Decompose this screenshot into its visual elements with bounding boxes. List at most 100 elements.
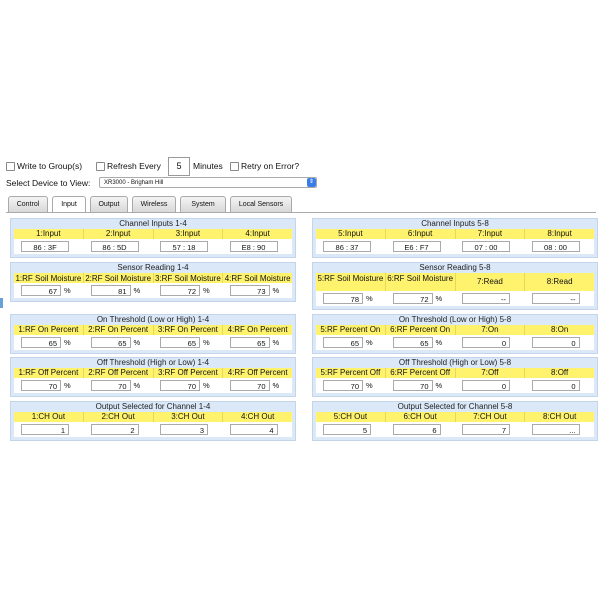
column-header: 8:Input <box>524 229 594 239</box>
on-percent-field[interactable]: 65 <box>21 337 61 348</box>
on-percent-field[interactable]: 65 <box>392 337 433 348</box>
percent-unit: % <box>133 286 141 295</box>
retry-checkbox[interactable] <box>230 162 239 172</box>
off-value-field[interactable]: 0 <box>531 380 580 391</box>
input-value-field[interactable]: 86 : 37 <box>323 241 371 252</box>
percent-unit: % <box>203 381 210 390</box>
on-value-field[interactable]: 0 <box>531 337 580 348</box>
column-header: 4:RF Soil Moisture <box>222 273 292 283</box>
input-value-field[interactable]: 07 : 00 <box>462 241 510 252</box>
panel-title: Sensor Reading 5-8 <box>419 263 491 272</box>
retry-label: Retry on Error? <box>241 161 300 171</box>
panel-title: Sensor Reading 1-4 <box>117 263 189 272</box>
retry-option[interactable]: Retry on Error? <box>230 161 300 172</box>
select-arrows-icon: ⇕ <box>307 178 316 187</box>
percent-unit: % <box>435 338 443 347</box>
ch-out-field[interactable]: 1 <box>21 424 69 435</box>
input-value-field[interactable]: 86 : 5D <box>90 241 139 252</box>
ch-out-field[interactable]: 3 <box>160 424 208 435</box>
off-percent-field[interactable]: 70 <box>323 380 363 391</box>
sensor-value-field[interactable]: 67 <box>21 285 61 296</box>
column-header: 4:RF Off Percent <box>222 368 292 378</box>
panel-title: Off Threshold (High or Low) 1-4 <box>96 358 210 367</box>
sensor-value-field[interactable]: 72 <box>392 293 433 304</box>
ch-out-field[interactable]: 4 <box>229 424 278 435</box>
percent-unit: % <box>64 338 71 347</box>
tab-control[interactable]: Control <box>8 196 48 212</box>
off-value-field[interactable]: 0 <box>462 380 510 391</box>
on-percent-field[interactable]: 65 <box>160 337 200 348</box>
column-header: 3:CH Out <box>152 412 223 422</box>
tab-system[interactable]: System <box>180 196 226 212</box>
column-header: 8:CH Out <box>524 412 594 422</box>
panel-title: Off Threshold (High or Low) 5-8 <box>398 358 512 367</box>
ch-out-field[interactable]: 6 <box>392 424 441 435</box>
sensor-value-field[interactable]: 72 <box>160 285 200 296</box>
sensor-reading-1-4-panel: Sensor Reading 1-4 1:RF Soil Moisture 2:… <box>10 262 296 302</box>
ch-out-field[interactable]: ... <box>531 424 580 435</box>
percent-unit: % <box>64 286 71 295</box>
minutes-label: Minutes <box>193 161 223 171</box>
sensor-value-field[interactable]: 81 <box>90 285 131 296</box>
tab-local-sensors[interactable]: Local Sensors <box>230 196 292 212</box>
input-value-field[interactable]: 08 : 00 <box>531 241 580 252</box>
write-group-checkbox[interactable] <box>6 162 15 172</box>
column-header: 5:CH Out <box>333 412 368 421</box>
column-header: 6:RF Percent On <box>384 325 455 335</box>
input-value-field[interactable]: E6 : F7 <box>392 241 441 252</box>
off-percent-field[interactable]: 70 <box>90 380 131 391</box>
sensor-value-field[interactable]: 73 <box>229 285 270 296</box>
tab-wireless[interactable]: Wireless <box>132 196 176 212</box>
input-value-field[interactable]: 86 : 3F <box>21 241 69 252</box>
off-percent-field[interactable]: 70 <box>392 380 433 391</box>
refresh-checkbox[interactable] <box>96 162 105 172</box>
sensor-value-field[interactable]: -- <box>531 293 580 304</box>
off-percent-field[interactable]: 70 <box>229 380 270 391</box>
input-value-field[interactable]: E8 : 90 <box>229 241 278 252</box>
column-header: 7:Read <box>454 273 525 291</box>
percent-unit: % <box>203 286 210 295</box>
device-select-value: XR3000 - Brigham Hill <box>104 180 164 186</box>
ch-out-field[interactable]: 7 <box>462 424 510 435</box>
column-header: 8:Read <box>524 273 594 291</box>
panel-title: Channel Inputs 5-8 <box>421 219 489 228</box>
ch-out-field[interactable]: 2 <box>90 424 139 435</box>
sensor-value-field[interactable]: -- <box>462 293 510 304</box>
tab-output[interactable]: Output <box>90 196 128 212</box>
refresh-label: Refresh Every <box>107 161 161 171</box>
output-selected-5-8-panel: Output Selected for Channel 5-8 5:CH Out… <box>312 401 598 441</box>
column-header: 1:RF Soil Moisture <box>15 274 82 283</box>
percent-unit: % <box>366 294 373 303</box>
write-group-label: Write to Group(s) <box>17 161 83 171</box>
percent-unit: % <box>366 338 373 347</box>
column-header: 1:RF Off Percent <box>18 368 79 377</box>
column-header: 4:Input <box>222 229 292 239</box>
off-percent-field[interactable]: 70 <box>21 380 61 391</box>
panel-title: Channel Inputs 1-4 <box>119 219 187 228</box>
on-threshold-5-8-panel: On Threshold (Low or High) 5-8 5:RF Perc… <box>312 314 598 354</box>
sensor-value-field[interactable]: 78 <box>323 293 363 304</box>
top-options-bar: Write to Group(s) Refresh Every Minutes … <box>0 157 600 179</box>
on-percent-field[interactable]: 65 <box>323 337 363 348</box>
panel-title: On Threshold (Low or High) 1-4 <box>96 315 210 324</box>
column-header: 8:Off <box>524 368 594 378</box>
off-percent-field[interactable]: 70 <box>160 380 200 391</box>
column-header: 6:RF Percent Off <box>384 368 455 378</box>
write-group-option[interactable]: Write to Group(s) <box>6 161 83 172</box>
ch-out-field[interactable]: 5 <box>323 424 371 435</box>
tab-input[interactable]: Input <box>52 196 86 213</box>
column-header: 2:RF Soil Moisture <box>82 273 153 283</box>
input-value-field[interactable]: 57 : 18 <box>160 241 208 252</box>
refresh-interval-input[interactable]: 5 <box>168 157 190 176</box>
on-value-field[interactable]: 0 <box>462 337 510 348</box>
column-header: 7:On <box>454 325 525 335</box>
column-header: 3:RF Off Percent <box>152 368 223 378</box>
off-threshold-5-8-panel: Off Threshold (High or Low) 5-8 5:RF Per… <box>312 357 598 397</box>
on-percent-field[interactable]: 65 <box>90 337 131 348</box>
percent-unit: % <box>435 294 443 303</box>
device-select[interactable]: XR3000 - Brigham Hill ⇕ <box>99 177 317 188</box>
percent-unit: % <box>366 381 373 390</box>
on-percent-field[interactable]: 65 <box>229 337 270 348</box>
refresh-option[interactable]: Refresh Every <box>96 161 161 172</box>
column-header: 4:CH Out <box>222 412 292 422</box>
